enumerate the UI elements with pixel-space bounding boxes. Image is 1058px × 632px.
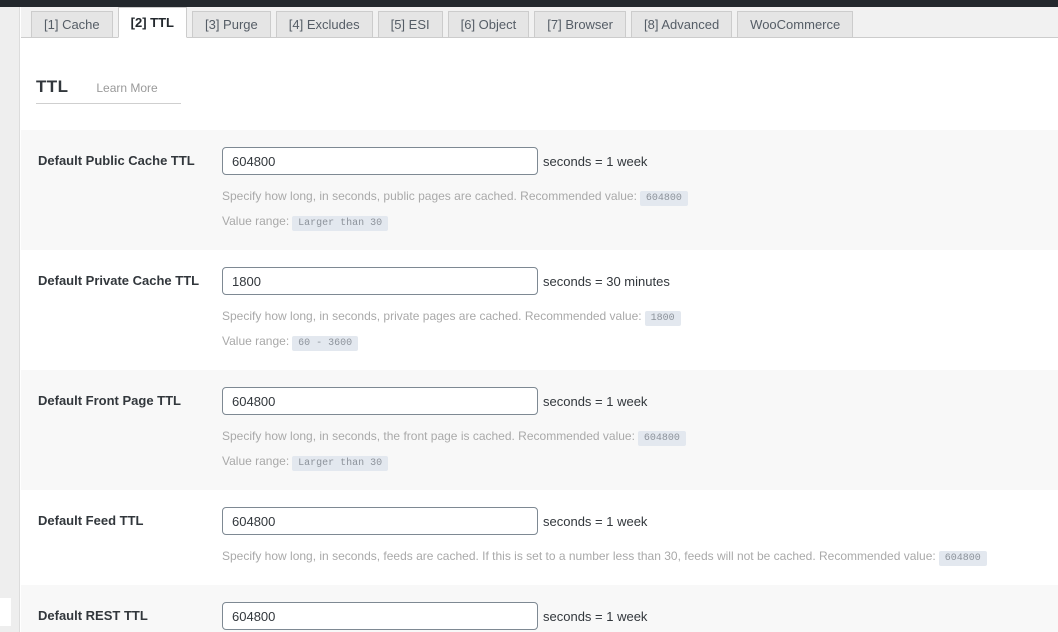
page-title: TTL [36,77,69,96]
description-line: Specify how long, in seconds, public pag… [222,187,1048,208]
description-line: Specify how long, in seconds, feeds are … [222,547,1048,568]
value-range-badge: 60 - 3600 [292,336,359,351]
ttl-input[interactable] [222,507,538,535]
settings-panel: TTL Learn More Default Public Cache TTL s… [21,38,1058,632]
description-text: Specify how long, in seconds, feeds are … [222,549,936,563]
setting-label: Default Public Cache TTL [38,153,195,168]
setting-label: Default Front Page TTL [38,393,181,408]
field-line: seconds = 1 week [222,387,1048,415]
unit-text: seconds = 1 week [543,608,648,624]
setting-description: Specify how long, in seconds, private pa… [222,307,1048,353]
tab-woocommerce[interactable]: WooCommerce [737,11,854,37]
ttl-input[interactable] [222,602,538,630]
ttl-input[interactable] [222,147,538,175]
field-line: seconds = 1 week [222,147,1048,175]
unit-text: seconds = 1 week [543,393,648,409]
settings-row: Default Private Cache TTL seconds = 30 mi… [21,250,1058,370]
unit-text: seconds = 1 week [543,153,648,169]
value-range-label: Value range: [222,454,290,468]
recommended-value-badge: 604800 [639,191,688,206]
setting-body: seconds = 30 minutes Specify how long, in… [222,267,1058,353]
field-line: seconds = 1 week [222,602,1048,630]
setting-label: Default Private Cache TTL [38,273,200,288]
description-text: Specify how long, in seconds, private pa… [222,309,642,323]
unit-text: seconds = 1 week [543,513,648,529]
tab-3-purge[interactable]: [3] Purge [191,11,271,37]
setting-description: Specify how long, in seconds, public pag… [222,187,1048,233]
settings-row: Default Front Page TTL seconds = 1 week Sp… [21,370,1058,490]
setting-label: Default Feed TTL [38,513,144,528]
tab-5-esi[interactable]: [5] ESI [377,11,443,37]
setting-body: seconds = 1 week Specify how long, in sec… [222,147,1058,233]
value-range-badge: Larger than 30 [292,456,389,471]
description-line: Specify how long, in seconds, private pa… [222,307,1048,328]
tab-2-ttl[interactable]: [2] TTL [117,7,187,38]
section-header: TTL Learn More [36,77,181,104]
learn-more-link[interactable]: Learn More [96,81,157,95]
admin-menu-flyout-stub[interactable] [0,598,11,626]
field-line: seconds = 30 minutes [222,267,1048,295]
tab-8-advanced[interactable]: [8] Advanced [631,11,733,37]
value-range-label: Value range: [222,214,290,228]
value-range-line: Value range: 60 - 3600 [222,332,1048,353]
settings-row: Default Feed TTL seconds = 1 week Specify … [21,490,1058,585]
description-line: Specify how long, in seconds, the front … [222,427,1048,448]
setting-body: seconds = 1 week Specify how long, in sec… [222,507,1058,568]
field-line: seconds = 1 week [222,507,1048,535]
setting-label: Default REST TTL [38,608,148,623]
ttl-input[interactable] [222,387,538,415]
setting-description: Specify how long, in seconds, the front … [222,427,1048,473]
tab-6-object[interactable]: [6] Object [447,11,530,37]
unit-text: seconds = 30 minutes [543,273,670,289]
ttl-input[interactable] [222,267,538,295]
settings-tab-bar: [1] Cache [2] TTL [3] Purge [4] Excludes [5]… [21,7,1058,38]
value-range-badge: Larger than 30 [292,216,389,231]
setting-body: seconds = 1 week Specify how long, in sec… [222,387,1058,473]
settings-row-list: Default Public Cache TTL seconds = 1 week… [21,130,1058,632]
value-range-label: Value range: [222,334,290,348]
setting-description: Specify how long, in seconds, feeds are … [222,547,1048,568]
recommended-value-badge: 604800 [938,551,987,566]
tab-4-excludes[interactable]: [4] Excludes [275,11,373,37]
tab-1-cache[interactable]: [1] Cache [31,11,113,37]
admin-menu-strip[interactable] [0,7,20,632]
recommended-value-badge: 1800 [644,311,681,326]
setting-body: seconds = 1 weekSpecify how long, in sec… [222,602,1058,632]
tab-7-browser[interactable]: [7] Browser [534,11,626,37]
value-range-line: Value range: Larger than 30 [222,452,1048,473]
wp-admin-bar [0,0,1058,7]
recommended-value-badge: 604800 [637,431,686,446]
settings-row: Default REST TTL seconds = 1 weekSpecify … [21,585,1058,632]
description-text: Specify how long, in seconds, public pag… [222,189,637,203]
settings-row: Default Public Cache TTL seconds = 1 week… [21,130,1058,250]
description-text: Specify how long, in seconds, the front … [222,429,635,443]
value-range-line: Value range: Larger than 30 [222,212,1048,233]
